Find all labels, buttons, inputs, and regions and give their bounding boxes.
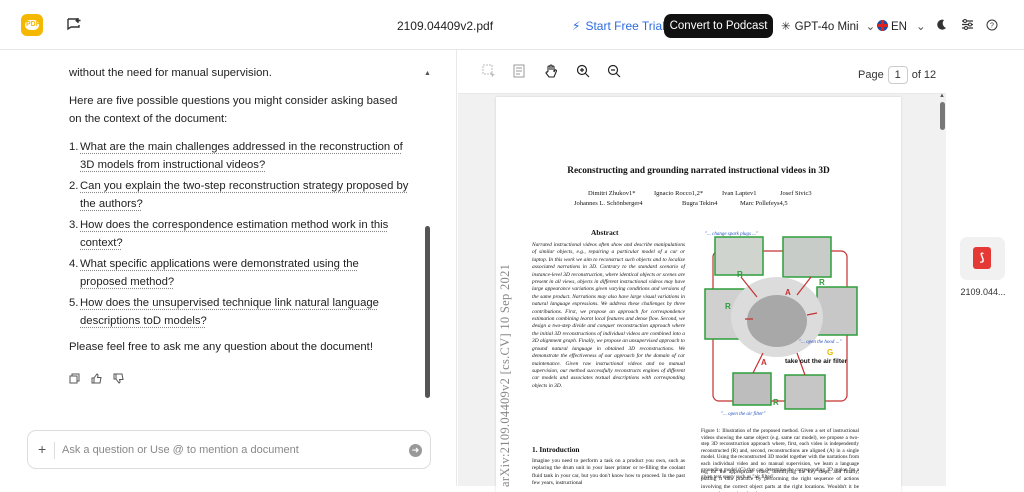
figure-label: R xyxy=(725,302,731,311)
language-selector[interactable]: EN ⌄ xyxy=(877,19,926,33)
question-number: 3. xyxy=(69,216,80,252)
start-free-trial-link[interactable]: ⚡ Start Free Trial xyxy=(572,19,665,33)
document-text-icon[interactable] xyxy=(513,64,525,83)
author: Ignacio Rocco1,2* xyxy=(654,190,703,197)
question-list: 1. What are the main challenges addressed… xyxy=(69,138,409,330)
hand-pan-icon[interactable] xyxy=(544,64,558,83)
message-text: Please feel free to ask me any question … xyxy=(69,338,409,356)
chat-input-box: + ➜ xyxy=(27,430,431,469)
area-select-icon[interactable] xyxy=(482,64,496,83)
body-text: Imagine you need to perform a task on a … xyxy=(532,458,685,488)
question-link[interactable]: What are the main challenges addressed i… xyxy=(80,138,409,174)
assistant-message: without the need for manual supervision.… xyxy=(69,64,409,366)
pdf-page: Reconstructing and grounding narrated in… xyxy=(496,97,901,492)
top-bar: PDF 2109.04409v2.pdf ⚡ Start Free Trial C… xyxy=(0,0,1024,50)
message-text: Here are five possible questions you mig… xyxy=(69,92,409,128)
chat-scrollbar[interactable]: ▲ ▼ xyxy=(424,68,432,398)
arxiv-stamp: arXiv:2109.04409v2 [cs.CV] 10 Sep 2021 xyxy=(498,247,520,487)
author: Ivan Laptev1 xyxy=(722,190,756,197)
figure-label: "... change spark plugs ..." xyxy=(705,232,759,237)
pdf-file-icon: ⟆ xyxy=(973,247,991,269)
flag-uk-icon xyxy=(877,20,888,31)
abstract-text: Narrated instructional videos often show… xyxy=(532,242,685,390)
question-number: 5. xyxy=(69,294,80,330)
body-text: ing for the appropriate video, identifyi… xyxy=(701,469,859,492)
figure-illustration: "... change spark plugs ..." "... open t… xyxy=(701,229,859,417)
abstract-heading: Abstract xyxy=(591,228,619,237)
page-indicator: Page 1 of 12 xyxy=(858,66,936,84)
convert-to-podcast-button[interactable]: Convert to Podcast xyxy=(664,14,773,38)
thumbs-up-icon[interactable] xyxy=(91,371,102,389)
openai-icon: ✳ xyxy=(781,21,791,33)
viewer-toolbar: Page 1 of 12 xyxy=(458,50,946,94)
section-heading: 1. Introduction xyxy=(532,445,580,454)
question-number: 2. xyxy=(69,177,80,213)
settings-sliders-icon[interactable] xyxy=(961,18,974,36)
scroll-up-arrow-icon[interactable]: ▲ xyxy=(424,70,431,77)
add-attachment-icon[interactable]: + xyxy=(38,441,46,457)
figure-label: A xyxy=(761,358,767,367)
dark-mode-icon[interactable] xyxy=(935,18,948,36)
viewer-scrollbar[interactable]: ▲ xyxy=(939,95,946,486)
figure-label: take out the air filter xyxy=(785,358,848,365)
help-icon[interactable]: ? xyxy=(986,18,998,36)
scrollbar-thumb[interactable] xyxy=(940,102,945,130)
zoom-in-icon[interactable] xyxy=(576,64,590,83)
author: Marc Pollefeys4,5 xyxy=(740,200,788,207)
message-text: without the need for manual supervision. xyxy=(69,64,409,82)
suggested-question[interactable]: 3. How does the correspondence estimation… xyxy=(69,216,409,252)
question-link[interactable]: Can you explain the two-step reconstruct… xyxy=(80,177,409,213)
question-number: 1. xyxy=(69,138,80,174)
question-number: 4. xyxy=(69,255,80,291)
chevron-down-icon: ⌄ xyxy=(916,21,926,33)
figure-label: R xyxy=(819,278,825,287)
page-number-input[interactable]: 1 xyxy=(888,66,908,84)
thumbs-down-icon[interactable] xyxy=(113,371,124,389)
author: Johannes L. Schönberger4 xyxy=(574,200,643,207)
question-link[interactable]: How does the correspondence estimation m… xyxy=(80,216,409,252)
paper-title: Reconstructing and grounding narrated in… xyxy=(496,166,901,176)
figure-label: R xyxy=(737,270,743,279)
chevron-down-icon: ⌄ xyxy=(866,21,876,33)
scrollbar-thumb[interactable] xyxy=(425,226,430,398)
figure-label: "... open the hood ..." xyxy=(799,340,842,345)
figure-label: A xyxy=(785,288,791,297)
file-card[interactable]: ⟆ xyxy=(960,237,1005,280)
question-link[interactable]: How does the unsupervised technique link… xyxy=(80,294,409,330)
chat-input[interactable] xyxy=(62,441,392,459)
copy-icon[interactable] xyxy=(69,371,80,389)
suggested-question[interactable]: 2. Can you explain the two-step reconstru… xyxy=(69,177,409,213)
suggested-question[interactable]: 1. What are the main challenges addressed… xyxy=(69,138,409,174)
bolt-icon: ⚡ xyxy=(572,19,580,33)
chat-panel: without the need for manual supervision.… xyxy=(0,50,457,486)
message-actions xyxy=(69,371,124,389)
send-arrow-icon[interactable]: ➜ xyxy=(409,444,422,457)
svg-text:?: ? xyxy=(990,23,994,30)
author: Dimitri Zhukov1* xyxy=(588,190,635,197)
suggested-question[interactable]: 5. How does the unsupervised technique li… xyxy=(69,294,409,330)
figure-label: G xyxy=(827,348,833,357)
model-selector[interactable]: ✳ GPT-4o Mini ⌄ xyxy=(781,19,875,33)
figure-label: "... open the air filter" xyxy=(721,412,766,417)
figure-label: R xyxy=(773,398,779,407)
scroll-up-arrow-icon[interactable]: ▲ xyxy=(939,93,945,99)
divider xyxy=(54,442,55,459)
file-name-label: 2109.044... xyxy=(953,287,1013,297)
question-link[interactable]: What specific applications were demonstr… xyxy=(80,255,409,291)
zoom-out-icon[interactable] xyxy=(607,64,621,83)
suggested-question[interactable]: 4. What specific applications were demons… xyxy=(69,255,409,291)
scroll-down-arrow-icon[interactable]: ▼ xyxy=(424,392,431,399)
author: Bugra Tekin4 xyxy=(682,200,717,207)
author: Josef Sivic3 xyxy=(780,190,812,197)
pdf-viewer: Page 1 of 12 Reconstructing and grounding … xyxy=(458,50,946,486)
